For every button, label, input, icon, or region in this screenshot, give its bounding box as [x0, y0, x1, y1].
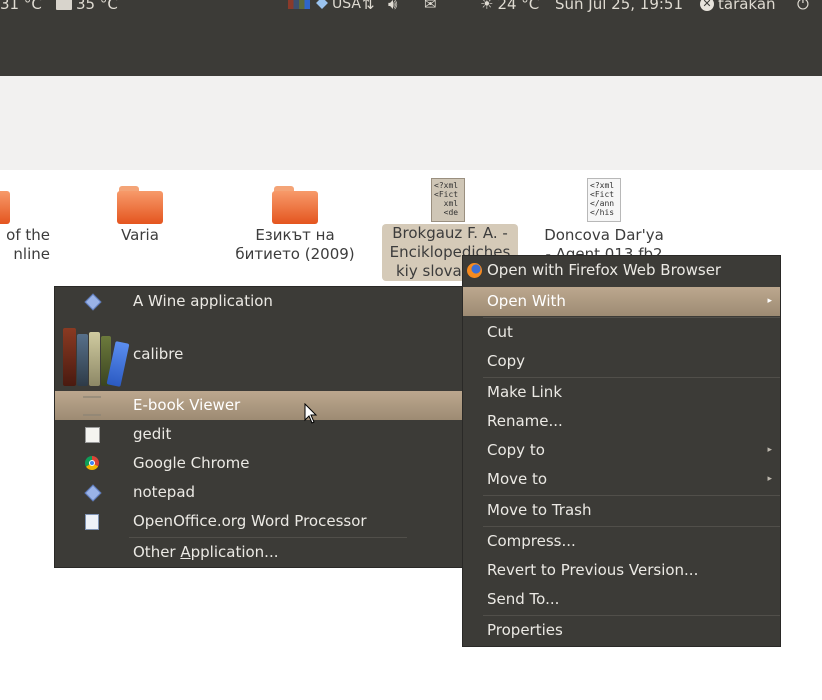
clock[interactable]: Sun Jul 25, 19:51 — [555, 0, 684, 13]
menu-item-copy-to[interactable]: Copy to ▸ — [463, 436, 780, 465]
dropbox-icon[interactable] — [316, 0, 328, 9]
file-label: Езикът на — [255, 226, 335, 244]
menu-item-label: Send To... — [487, 590, 560, 608]
menu-item-label: Open with Firefox Web Browser — [487, 261, 722, 279]
user-status-icon: ✕ — [700, 0, 714, 11]
folder-icon[interactable] — [272, 186, 318, 224]
file-label: Varia — [121, 226, 159, 244]
weather-icon: ☀ — [480, 0, 494, 13]
books-icon — [288, 0, 310, 9]
menu-item-label: Make Link — [487, 383, 562, 401]
menu-item-wine-application[interactable]: A Wine application — [55, 287, 463, 316]
firefox-icon — [467, 263, 482, 278]
menu-item-label: Revert to Previous Version... — [487, 561, 699, 579]
menu-item-open-with[interactable]: Open With ▸ — [463, 287, 780, 316]
menu-item-notepad[interactable]: notepad — [55, 478, 463, 507]
menu-item-copy[interactable]: Copy — [463, 347, 780, 376]
menu-item-label: Copy to — [487, 441, 545, 459]
weather-label: 24 °C — [497, 0, 540, 13]
wine-icon — [84, 293, 102, 311]
menu-item-send-to[interactable]: Send To... — [463, 585, 780, 614]
window-toolbar — [0, 14, 822, 76]
menu-item-label: OpenOffice.org Word Processor — [133, 512, 367, 530]
temperature-label-2: 35 °C — [76, 0, 118, 13]
file-label: Brokgauz F. A. - — [392, 224, 508, 242]
mouse-cursor-icon — [304, 403, 318, 424]
weather-indicator[interactable]: ☀ 24 °C — [480, 0, 540, 13]
submenu-arrow-icon: ▸ — [767, 296, 772, 306]
menu-item-label: Rename... — [487, 412, 563, 430]
menu-item-compress[interactable]: Compress... — [463, 527, 780, 556]
menu-item-label: Other Application... — [133, 543, 279, 561]
folder-icon[interactable] — [0, 186, 10, 224]
power-icon[interactable]: ⏻ — [797, 0, 809, 12]
menu-item-label: gedit — [133, 425, 172, 443]
menu-item-label: Compress... — [487, 532, 576, 550]
file-label: of the — [6, 226, 50, 244]
menu-item-move-to-trash[interactable]: Move to Trash — [463, 496, 780, 525]
clock-label: Sun Jul 25, 19:51 — [555, 0, 684, 13]
wine-icon — [84, 484, 102, 502]
menu-item-label: Move to Trash — [487, 501, 592, 519]
temperature-indicator-1[interactable]: 31 °C — [0, 0, 42, 13]
keyboard-layout-label: USA — [332, 0, 361, 12]
menu-item-gedit[interactable]: gedit — [55, 420, 463, 449]
menu-item-cut[interactable]: Cut — [463, 318, 780, 347]
network-icon[interactable]: ⇅ — [362, 0, 375, 12]
user-name: tarakan — [718, 0, 776, 13]
submenu-arrow-icon: ▸ — [767, 445, 772, 455]
gedit-icon — [85, 427, 100, 443]
submenu-arrow-icon: ▸ — [767, 474, 772, 484]
volume-icon[interactable]: 🔊︎ — [388, 0, 397, 12]
keyboard-layout[interactable]: USA — [332, 0, 361, 11]
menu-item-google-chrome[interactable]: Google Chrome — [55, 449, 463, 478]
xml-document-icon[interactable]: <?xml <Fict xml <de — [431, 178, 465, 222]
user-menu[interactable]: ✕ tarakan — [700, 0, 776, 13]
file-label: Doncova Dar'ya — [544, 226, 664, 244]
writer-icon — [85, 514, 99, 530]
context-menu: Open with Firefox Web Browser Open With … — [463, 256, 780, 646]
menu-item-other-application[interactable]: Other Application... — [55, 538, 463, 567]
menu-item-label: notepad — [133, 483, 196, 501]
menu-item-move-to[interactable]: Move to ▸ — [463, 465, 780, 494]
menu-item-label: Open With — [487, 292, 566, 310]
file-item[interactable]: Varia — [90, 226, 190, 245]
menu-item-label: Copy — [487, 352, 526, 370]
ebook-viewer-icon — [83, 396, 101, 416]
file-label: nline — [13, 245, 50, 263]
menu-item-label: E-book Viewer — [133, 396, 241, 414]
menu-item-label: Move to — [487, 470, 548, 488]
menu-item-label: calibre — [133, 345, 184, 363]
open-with-submenu: A Wine application calibre E-book Viewer… — [55, 287, 463, 567]
file-item[interactable]: Езикът на битието (2009) — [225, 226, 365, 264]
location-bar — [0, 76, 822, 171]
hdd-icon — [56, 0, 72, 10]
temperature-label-1: 31 °C — [0, 0, 42, 13]
menu-item-properties[interactable]: Properties — [463, 616, 780, 645]
menu-item-rename[interactable]: Rename... — [463, 407, 780, 436]
mail-icon[interactable]: ✉ — [424, 0, 437, 12]
menu-item-openoffice-writer[interactable]: OpenOffice.org Word Processor — [55, 507, 463, 536]
menu-item-make-link[interactable]: Make Link — [463, 378, 780, 407]
menu-item-ebook-viewer[interactable]: E-book Viewer — [55, 391, 463, 420]
chrome-icon — [85, 456, 99, 470]
file-item[interactable]: of the nline — [0, 226, 50, 264]
xml-document-icon[interactable]: <?xml <Fict </ann </his — [587, 178, 621, 222]
calibre-icon — [61, 324, 130, 387]
top-panel: 31 °C 35 °C USA ⇅ 🔊︎ ✉ ☀ 24 °C Sun Jul 2… — [0, 0, 822, 14]
menu-item-revert[interactable]: Revert to Previous Version... — [463, 556, 780, 585]
temperature-indicator-2[interactable]: 35 °C — [56, 0, 118, 13]
menu-item-label: A Wine application — [133, 292, 273, 310]
books-applet[interactable] — [288, 0, 310, 9]
menu-item-label: Cut — [487, 323, 513, 341]
menu-item-label: Google Chrome — [133, 454, 250, 472]
menu-item-open-with-firefox[interactable]: Open with Firefox Web Browser — [463, 256, 780, 285]
menu-item-calibre[interactable]: calibre — [55, 320, 463, 388]
file-label: битието (2009) — [235, 245, 355, 263]
folder-icon[interactable] — [117, 186, 163, 224]
menu-item-label: Properties — [487, 621, 563, 639]
